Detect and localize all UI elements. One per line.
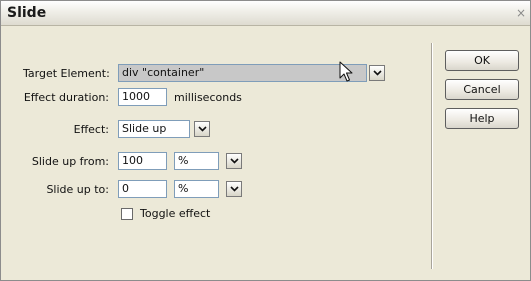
target-element-value: div "container"	[122, 66, 205, 79]
effect-duration-input[interactable]: 1000	[118, 88, 167, 106]
slide-up-from-label: Slide up from:	[31, 155, 109, 168]
help-button[interactable]: Help	[445, 108, 519, 129]
effect-duration-value: 1000	[122, 90, 150, 103]
slide-up-to-unit-dropdown-button[interactable]	[226, 181, 242, 197]
slide-up-to-input[interactable]: 0	[118, 180, 167, 198]
dialog-title: Slide	[7, 5, 47, 21]
slide-up-to-unit-select[interactable]: %	[174, 180, 219, 198]
target-element-label: Target Element:	[23, 67, 110, 80]
slide-up-from-unit-select[interactable]: %	[174, 152, 219, 170]
effect-dropdown-button[interactable]	[194, 121, 210, 137]
chevron-down-icon	[197, 126, 207, 132]
target-element-select[interactable]: div "container"	[118, 64, 367, 82]
effect-label: Effect:	[73, 123, 109, 136]
chevron-down-icon	[229, 186, 239, 192]
chevron-down-icon	[229, 158, 239, 164]
button-separator	[431, 43, 432, 269]
slide-up-from-input[interactable]: 100	[118, 152, 167, 170]
slide-up-from-unit-dropdown-button[interactable]	[226, 153, 242, 169]
mouse-pointer-icon	[339, 61, 353, 87]
slide-up-to-label: Slide up to:	[46, 183, 109, 196]
slide-up-to-value: 0	[122, 182, 129, 195]
chevron-down-icon	[372, 70, 382, 76]
target-element-dropdown-button[interactable]	[369, 65, 385, 81]
effect-duration-label: Effect duration:	[23, 91, 109, 104]
slide-up-from-value: 100	[122, 154, 143, 167]
close-icon[interactable]: ×	[514, 6, 528, 20]
ok-button[interactable]: OK	[445, 50, 519, 71]
effect-select[interactable]: Slide up	[118, 120, 190, 138]
slide-up-from-unit: %	[178, 154, 189, 167]
slide-dialog: Slide × Target Element: div "container" …	[0, 0, 531, 281]
toggle-effect-checkbox[interactable]	[121, 208, 133, 220]
title-bar: Slide ×	[1, 1, 530, 26]
toggle-effect-label[interactable]: Toggle effect	[140, 207, 210, 220]
cancel-button[interactable]: Cancel	[445, 79, 519, 100]
slide-up-to-unit: %	[178, 182, 189, 195]
effect-duration-unit: milliseconds	[174, 91, 242, 104]
effect-value: Slide up	[122, 122, 167, 135]
